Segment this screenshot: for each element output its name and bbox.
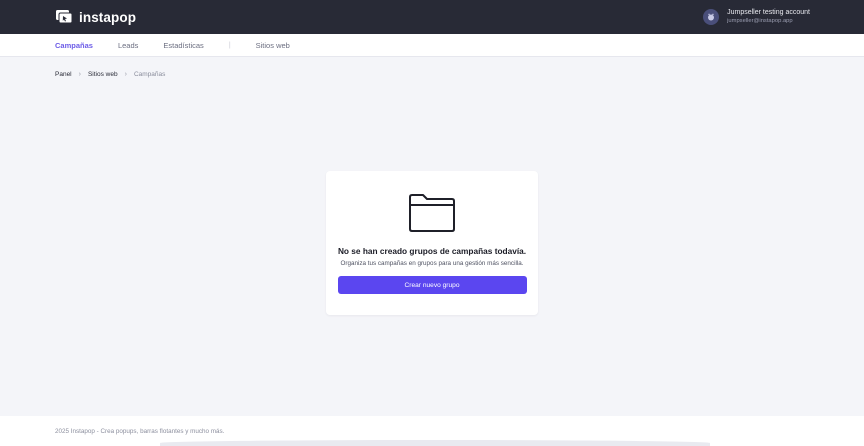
- account-menu[interactable]: Jumpseller testing account jumpseller@in…: [703, 9, 810, 25]
- chevron-right-icon: ›: [78, 70, 81, 78]
- brand-logo[interactable]: instapop: [55, 9, 136, 25]
- breadcrumb: Panel › Sitios web › Campañas: [55, 69, 165, 79]
- user-avatar-icon: [708, 13, 715, 21]
- nav-separator: |: [228, 41, 231, 49]
- footer-shadow: [160, 440, 710, 446]
- create-group-button[interactable]: Crear nuevo grupo: [337, 276, 527, 294]
- chevron-right-icon: ›: [124, 70, 127, 78]
- empty-state-subtitle: Organiza tus campañas en grupos para una…: [340, 260, 524, 267]
- nav-item-campanas[interactable]: Campañas: [55, 41, 93, 50]
- empty-state-title: No se han creado grupos de campañas toda…: [337, 246, 527, 256]
- account-name: Jumpseller testing account: [727, 9, 810, 16]
- instapop-logo-icon: [56, 10, 73, 24]
- nav-item-leads[interactable]: Leads: [118, 41, 138, 50]
- breadcrumb-sitios-web[interactable]: Sitios web: [88, 71, 118, 78]
- account-email: jumpseller@instapop.app: [727, 17, 793, 24]
- breadcrumb-panel[interactable]: Panel: [55, 71, 72, 78]
- nav-item-sitios-web[interactable]: Sitios web: [256, 41, 290, 50]
- breadcrumb-campanas: Campañas: [133, 70, 166, 78]
- folder-icon: [409, 194, 455, 232]
- account-info: Jumpseller testing account jumpseller@in…: [727, 9, 810, 25]
- main-nav: Campañas Leads Estadísticas | Sitios web: [0, 34, 864, 57]
- empty-state-card: No se han creado grupos de campañas toda…: [326, 171, 538, 315]
- footer-text: 2025 Instapop - Crea popups, barras flot…: [55, 427, 225, 435]
- nav-item-estadisticas[interactable]: Estadísticas: [163, 41, 203, 50]
- avatar[interactable]: [703, 9, 720, 25]
- brand-name: instapop: [79, 9, 137, 25]
- top-bar: instapop Jumpseller testing account jump…: [0, 0, 864, 34]
